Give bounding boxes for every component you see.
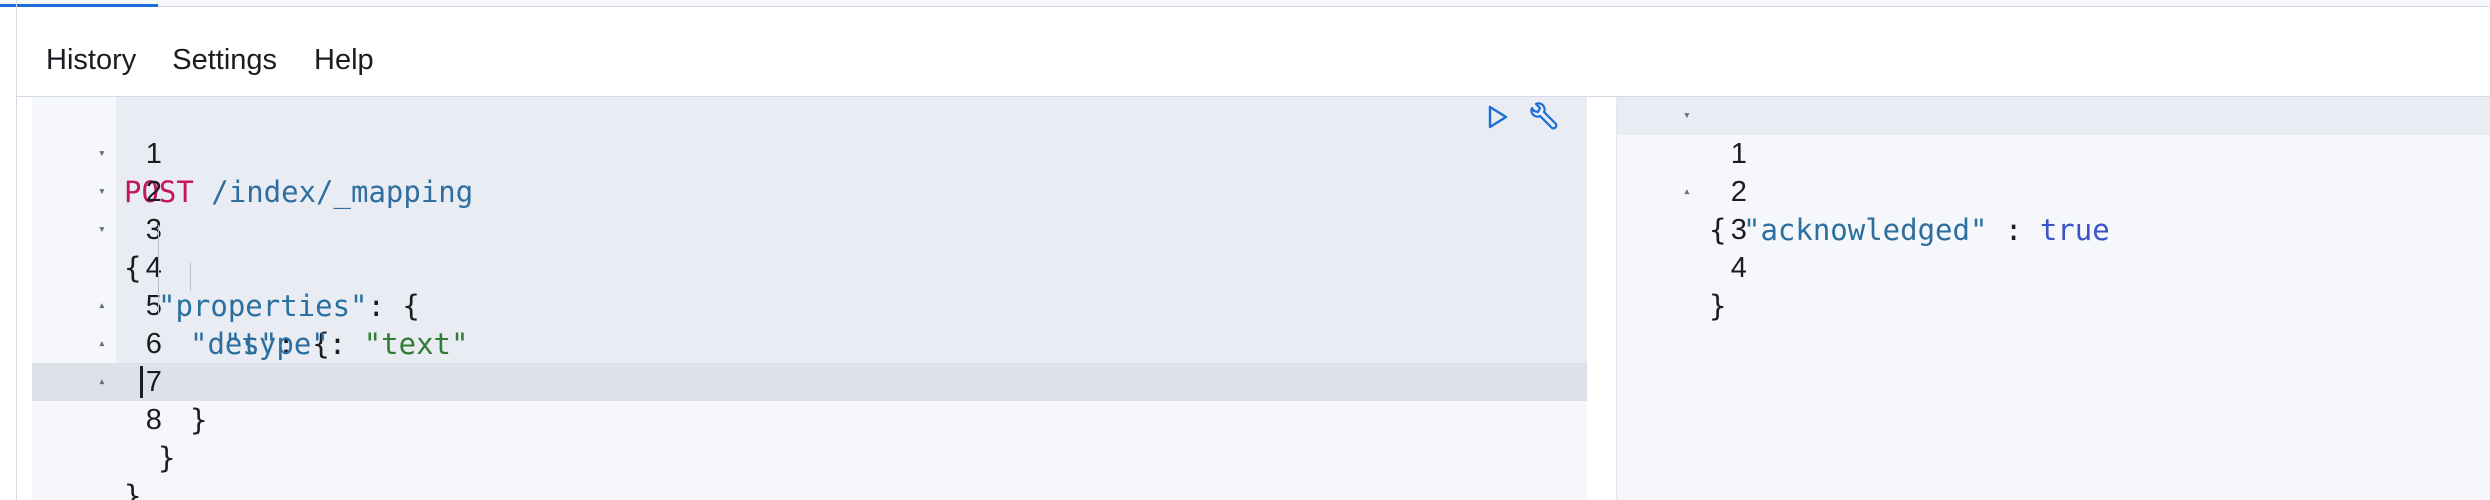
line-number: 1	[145, 138, 162, 170]
response-line-3: 3 ▴ }	[1617, 173, 1747, 323]
fold-toggle-icon[interactable]: ▴	[1683, 173, 1691, 211]
line-number: 6	[145, 328, 162, 360]
line-number: 2	[145, 176, 162, 208]
line-number: 4	[1730, 252, 1747, 284]
request-editor[interactable]: 1 POST /index/_mapping 2 ▾ { 3 ▾ "proper…	[32, 97, 1587, 500]
response-line-1: 1 ▾ {	[1617, 97, 1747, 247]
request-path: /index/_mapping	[193, 175, 474, 209]
line-number: 2	[1730, 176, 1747, 208]
fold-toggle-icon[interactable]: ▾	[98, 211, 106, 249]
menu-settings[interactable]: Settings	[170, 36, 279, 84]
menu-history[interactable]: History	[44, 36, 138, 84]
play-icon[interactable]	[1482, 102, 1512, 132]
wrench-icon[interactable]	[1526, 102, 1558, 132]
request-line-6: 6 ▴ }	[32, 287, 207, 437]
request-line-4: 4 ▾ "des": {	[32, 211, 330, 361]
active-tab-indicator	[0, 4, 158, 7]
line-number: 3	[1730, 214, 1747, 246]
request-line-2: 2 ▾ {	[32, 135, 162, 285]
line-number: 7	[145, 366, 162, 398]
fold-toggle-icon[interactable]: ▾	[1683, 97, 1691, 135]
request-line-3: 3 ▾ "properties": {	[32, 173, 420, 323]
active-line-highlight	[32, 363, 1587, 401]
line-number: 1	[1730, 138, 1747, 170]
response-line-4: 4	[1617, 211, 1747, 284]
line-number: 8	[145, 404, 162, 436]
fold-toggle-icon[interactable]: ▴	[98, 287, 106, 325]
top-strip	[0, 0, 2490, 7]
line-number: 5	[145, 290, 162, 322]
response-viewer[interactable]: 1 ▾ { 2 "acknowledged" : true 3 ▴ } 4	[1616, 97, 2490, 500]
console-menu-bar: History Settings Help	[16, 36, 409, 84]
line-number: 4	[145, 252, 162, 284]
fold-toggle-icon[interactable]: ▾	[98, 135, 106, 173]
text-cursor	[140, 366, 143, 398]
response-line-2: 2 "acknowledged" : true	[1617, 135, 2110, 247]
fold-toggle-icon[interactable]: ▴	[98, 325, 106, 363]
request-actions	[1482, 99, 1558, 135]
request-line-7: 7 ▴ }	[32, 325, 175, 475]
active-line-highlight	[1617, 97, 2490, 135]
request-line-1: 1 POST /index/_mapping	[32, 97, 473, 209]
indent-guide	[158, 225, 159, 315]
line-number: 3	[145, 214, 162, 246]
fold-toggle-icon[interactable]: ▴	[98, 363, 106, 401]
indent-guide	[190, 263, 191, 291]
request-line-5: 5 "type": "text"	[32, 249, 469, 361]
fold-toggle-icon[interactable]: ▾	[98, 173, 106, 211]
menu-help[interactable]: Help	[312, 36, 376, 84]
request-line-8: 8 ▴ }	[32, 363, 162, 500]
